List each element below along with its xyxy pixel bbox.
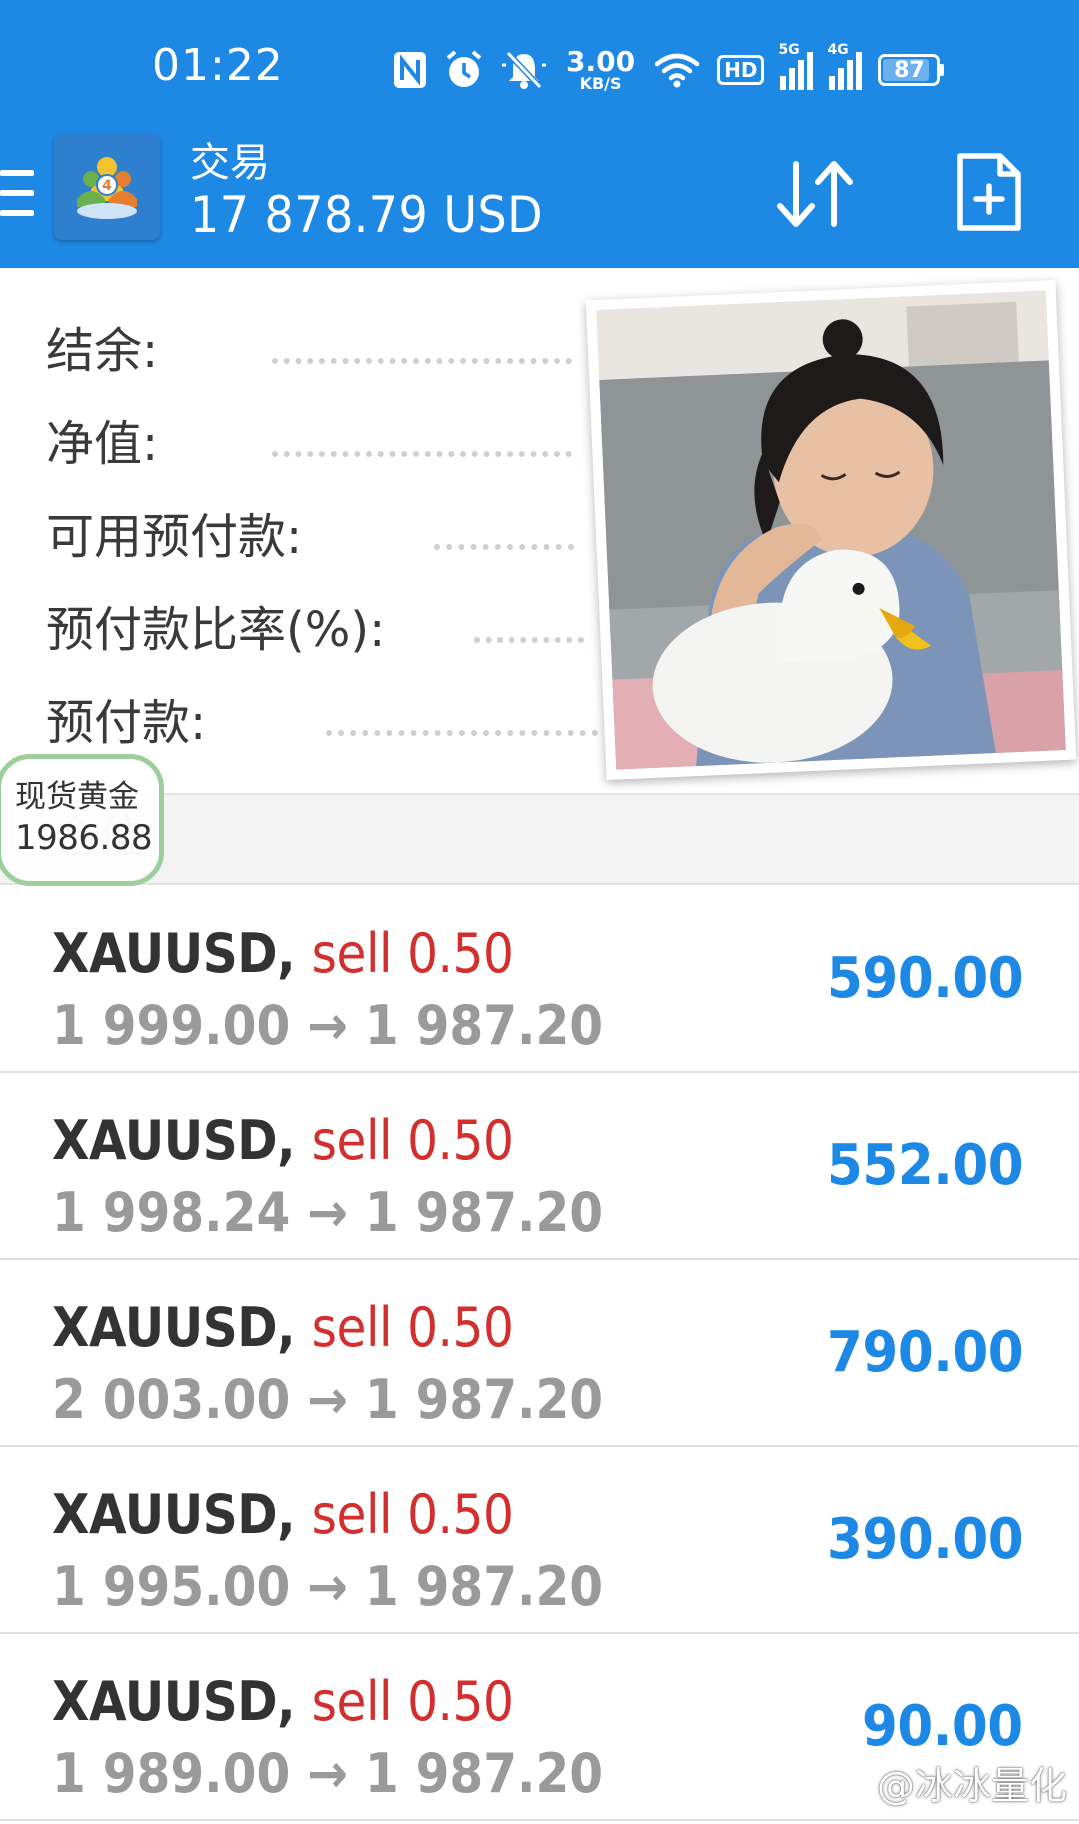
- position-profit: 390.00: [826, 1507, 1024, 1572]
- net-speed-unit: KB/S: [579, 74, 622, 93]
- equity-label: 净值:: [46, 416, 159, 472]
- equity-dots: [272, 451, 572, 457]
- status-time: 01:22: [152, 40, 284, 91]
- signal-5g-icon: 5G: [778, 42, 814, 90]
- position-prices: 1 995.00 → 1 987.20: [52, 1555, 604, 1618]
- overlay-photo: [585, 279, 1077, 781]
- position-profit: 790.00: [826, 1320, 1024, 1385]
- margin-dots: [326, 730, 598, 736]
- signal-4g-icon: 4G: [827, 42, 863, 90]
- battery-percent: 87: [894, 57, 925, 83]
- position-profit: 90.00: [862, 1694, 1023, 1759]
- metatrader-4-logo: 4: [54, 134, 160, 240]
- position-side-volume: sell 0.50: [311, 1483, 514, 1546]
- battery-icon: 87: [878, 54, 945, 86]
- gold-widget-name: 现货黄金: [15, 779, 139, 815]
- watermark: @冰冰量化: [876, 1764, 1067, 1808]
- margin-level-dots: [474, 637, 584, 643]
- position-title: XAUUSD, sell 0.50: [52, 1109, 514, 1172]
- signal-5g-tag: 5G: [778, 42, 800, 58]
- gold-price-floating-widget[interactable]: 现货黄金 1986.88: [0, 754, 164, 886]
- bell-muted-icon: [500, 49, 548, 91]
- position-title: XAUUSD, sell 0.50: [52, 1483, 514, 1546]
- position-side-volume: sell 0.50: [311, 1670, 514, 1733]
- position-row[interactable]: XAUUSD, sell 0.50 1 999.00 → 1 987.20 59…: [0, 886, 1079, 1073]
- position-prices: 1 999.00 → 1 987.20: [52, 994, 604, 1057]
- net-speed-value: 3.00: [566, 45, 636, 78]
- new-order-icon: [957, 153, 1021, 231]
- summary-row-margin-level: 预付款比率(%):: [46, 595, 385, 658]
- hd-voice-badge: HD: [717, 55, 765, 85]
- free-margin-dots: [434, 544, 574, 550]
- balance-label: 结余:: [46, 323, 159, 379]
- net-speed-indicator: 3.00 KB/S: [566, 48, 635, 92]
- position-prices: 2 003.00 → 1 987.20: [52, 1368, 604, 1431]
- position-symbol: XAUUSD,: [52, 1109, 296, 1172]
- position-row[interactable]: XAUUSD, sell 0.50 1 998.24 → 1 987.20 55…: [0, 1073, 1079, 1260]
- position-title: XAUUSD, sell 0.50: [52, 1296, 514, 1359]
- signal-4g-tag: 4G: [827, 42, 849, 58]
- position-row[interactable]: XAUUSD, sell 0.50 2 003.00 → 1 987.20 79…: [0, 1260, 1079, 1447]
- position-side-volume: sell 0.50: [311, 1296, 514, 1359]
- position-symbol: XAUUSD,: [52, 1296, 296, 1359]
- sort-button[interactable]: [772, 152, 862, 236]
- position-side-volume: sell 0.50: [311, 1109, 514, 1172]
- sort-arrows-icon: [777, 161, 853, 227]
- menu-icon[interactable]: [0, 164, 36, 224]
- status-icons: 3.00 KB/S HD 5G 4G 87: [392, 42, 945, 98]
- status-bar: 01:22 3.00 KB/S HD 5G 4G 87: [0, 0, 1079, 130]
- position-title: XAUUSD, sell 0.50: [52, 1670, 514, 1733]
- app-bar: 4 交易 17 878.79 USD: [0, 130, 1079, 268]
- open-positions-list: XAUUSD, sell 0.50 1 999.00 → 1 987.20 59…: [0, 886, 1079, 1821]
- position-side-volume: sell 0.50: [311, 922, 514, 985]
- summary-row-equity: 净值:: [46, 409, 158, 472]
- new-order-button[interactable]: [954, 150, 1024, 234]
- position-symbol: XAUUSD,: [52, 922, 296, 985]
- wifi-icon: [653, 50, 701, 90]
- position-prices: 1 998.24 → 1 987.20: [52, 1181, 604, 1244]
- top-header: 01:22 3.00 KB/S HD 5G 4G 87 4 交易 17 878.…: [0, 0, 1079, 268]
- position-prices: 1 989.00 → 1 987.20: [52, 1742, 604, 1805]
- position-row[interactable]: XAUUSD, sell 0.50 1 995.00 → 1 987.20 39…: [0, 1447, 1079, 1634]
- position-symbol: XAUUSD,: [52, 1483, 296, 1546]
- summary-row-free-margin: 可用预付款:: [46, 502, 302, 565]
- position-symbol: XAUUSD,: [52, 1670, 296, 1733]
- margin-level-label: 预付款比率(%):: [46, 602, 386, 658]
- gold-widget-price: 1986.88: [15, 818, 153, 859]
- margin-label: 预付款:: [46, 695, 207, 751]
- position-title: XAUUSD, sell 0.50: [52, 922, 514, 985]
- alarm-icon: [444, 49, 484, 91]
- account-balance: 17 878.79 USD: [190, 186, 544, 244]
- balance-dots: [272, 358, 572, 364]
- position-profit: 590.00: [826, 946, 1024, 1011]
- position-profit: 552.00: [826, 1133, 1024, 1198]
- free-margin-label: 可用预付款:: [46, 509, 303, 565]
- summary-row-margin: 预付款:: [46, 688, 206, 751]
- logo-badge: 4: [102, 178, 112, 194]
- nfc-icon: [392, 50, 428, 90]
- page-title: 交易: [190, 140, 270, 186]
- summary-row-balance: 结余:: [46, 316, 158, 379]
